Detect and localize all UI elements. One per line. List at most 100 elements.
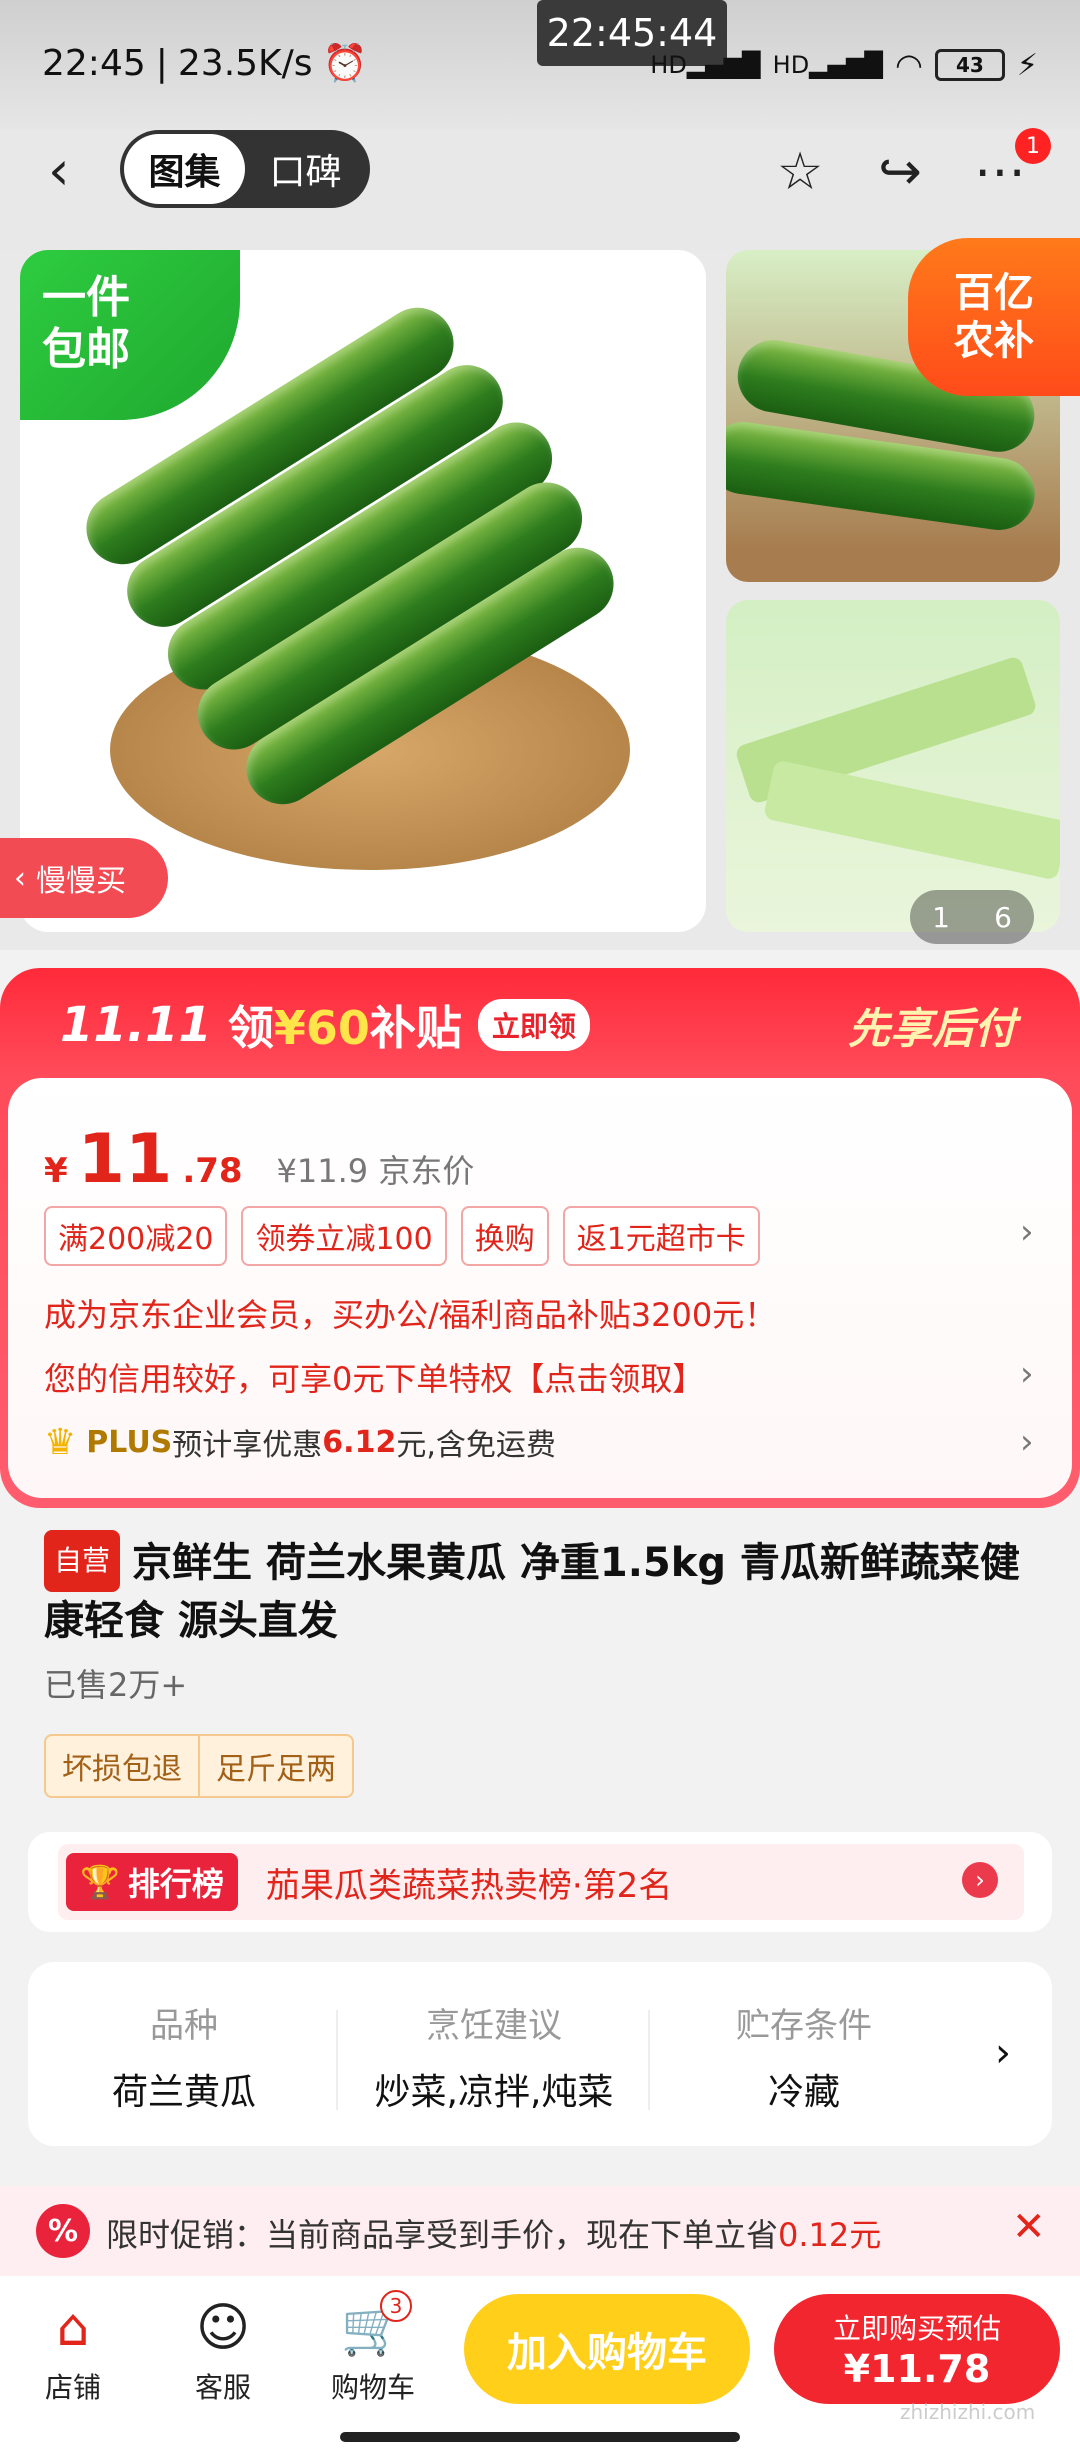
coupon-row[interactable]: 满200减20 领券立减100 换购 返1元超市卡 [44,1206,760,1266]
service-tag: 坏损包退 [62,1752,182,1787]
chevron-right-icon[interactable]: › [1020,1354,1034,1394]
promo-header: 11.11 领¥60补贴 立即领 [60,985,590,1065]
tab-gallery[interactable]: 图集 [124,134,245,204]
double-eleven-logo: 11.11 [60,997,212,1053]
subsidy-tag: 百亿 农补 [908,238,1080,396]
subsidy-line2: 农补 [954,318,1034,364]
image-counter: 1 6 [910,890,1034,944]
price-integer: 11 [77,1120,173,1199]
rank-badge: 🏆 排行榜 [66,1853,238,1911]
jd-reference-price: ¥11.9 京东价 [276,1152,475,1190]
close-icon[interactable]: ✕ [1012,2204,1046,2250]
status-left: 22:45 | 23.5K/s ⏰ [42,42,368,85]
wifi-icon: ◠ [895,46,923,84]
alarm-icon: ⏰ [322,43,368,84]
buy-now-label: 立即购买预估 [832,2312,1001,2345]
plus-suffix: 元,含免运费 [396,1428,556,1463]
spec-variety: 品种 荷兰黄瓜 [34,1998,334,2115]
promo-amount: ¥60 [273,1001,370,1055]
trophy-icon: 🏆 [80,1863,120,1901]
chat-icon: ☺ [195,2298,251,2358]
signal-icon-2: HD▂▄▆█ [772,51,883,79]
network-speed: 23.5K/s [177,42,313,84]
store-button[interactable]: ⌂ 店铺 [18,2298,128,2406]
plus-text: 预计享优惠 [172,1428,323,1463]
view-tabs: 图集 口碑 [120,130,370,208]
buy-now-button[interactable]: 立即购买预估 ¥11.78 [774,2294,1060,2404]
chevron-right-icon[interactable]: › [1020,1212,1034,1252]
chevron-right-icon[interactable]: › [995,2030,1011,2076]
spec-label: 贮存条件 [736,2006,872,2046]
battery-icon: 43 [934,49,1005,81]
rank-text: 茄果瓜类蔬菜热卖榜·第2名 [265,1865,673,1906]
chevron-right-icon[interactable]: › [962,1862,998,1898]
status-time: 22:45 [42,42,146,84]
product-title: 自营 京鲜生 荷兰水果黄瓜 净重1.5kg 青瓜新鲜蔬菜健康轻食 源头直发 [44,1530,1044,1650]
chevron-right-icon[interactable]: › [1020,1422,1034,1462]
spec-cooking: 烹饪建议 炒菜,凉拌,炖菜 [344,1998,644,2115]
plus-row[interactable]: ♛ PLUS 预计享优惠 6.12 元,含免运费 [44,1420,556,1464]
plus-word: PLUS [86,1424,173,1460]
image-counter-current: 1 [932,900,950,934]
spec-label: 烹饪建议 [426,2006,562,2046]
slow-buy-button[interactable]: ‹ 慢慢买 [0,838,168,918]
price-decimal: .78 [182,1151,243,1191]
limited-promo-message: 限时促销：当前商品享受到手价，现在下单立省 [106,2216,779,2254]
promo-title-suffix: 补贴 [369,1001,462,1055]
buy-now-price: ¥11.78 [843,2347,991,2391]
promo-title-prefix: 领 [227,1001,274,1055]
service-tags[interactable]: 坏损包退 足斤足两 [44,1734,354,1798]
coupon-tag[interactable]: 领券立减100 [241,1206,447,1266]
cart-count-badge: 3 [380,2290,412,2322]
thumbnail-2[interactable] [726,600,1060,932]
add-to-cart-button[interactable]: 加入购物车 [464,2294,750,2404]
spec-value: 荷兰黄瓜 [111,2072,256,2113]
customer-service-button[interactable]: ☺ 客服 [168,2298,278,2406]
tab-reviews[interactable]: 口碑 [245,134,366,204]
spec-storage: 贮存条件 冷藏 [654,1998,954,2115]
watermark: zhizhizhi.com [900,2400,1036,2424]
coupon-tag[interactable]: 换购 [460,1206,549,1266]
spec-value: 炒菜,凉拌,炖菜 [374,2072,614,2113]
self-operated-badge: 自营 [44,1530,121,1592]
cart-button[interactable]: 🛒 购物车 [318,2298,428,2406]
coupon-tag[interactable]: 满200减20 [44,1206,228,1266]
price-row: ¥ 11 .78 ¥11.9 京东价 [44,1120,474,1199]
home-indicator[interactable] [340,2432,740,2442]
back-icon[interactable]: ‹ [48,139,98,202]
image-counter-total: 6 [994,900,1012,934]
service-tag: 足斤足两 [198,1736,352,1796]
status-right: HD▂▄▆█ HD▂▄▆█ ◠ 43 ⚡ [650,46,1038,84]
product-title-text: 京鲜生 荷兰水果黄瓜 净重1.5kg 青瓜新鲜蔬菜健康轻食 源头直发 [44,1540,1020,1644]
percent-icon: % [36,2204,90,2258]
signal-icon: HD▂▄▆█ [650,51,761,79]
cucumber-slice-shape [763,759,1060,881]
share-icon[interactable]: ↪ [868,140,932,204]
chevron-left-icon: ‹ [14,860,26,896]
battery-level: 43 [956,53,984,77]
plus-amount: 6.12 [322,1424,397,1460]
free-shipping-line1: 一件 [42,272,130,323]
signal-label: HD [650,51,687,79]
spec-value: 冷藏 [767,2072,840,2113]
store-label: 店铺 [44,2371,101,2404]
coupon-tag[interactable]: 返1元超市卡 [562,1206,760,1266]
rank-badge-label: 排行榜 [127,1865,224,1903]
slow-buy-label: 慢慢买 [36,864,126,899]
pay-later-label[interactable]: 先享后付 [848,995,1016,1056]
store-icon: ⌂ [56,2298,90,2358]
credit-line[interactable]: 您的信用较好，可享0元下单特权【点击领取】 [44,1354,704,1400]
price-currency: ¥ [44,1151,68,1191]
spec-divider [336,2010,338,2110]
spec-divider [648,2010,650,2110]
limited-promo-amount: 0.12元 [778,2216,882,2254]
enterprise-member-line[interactable]: 成为京东企业会员，买办公/福利商品补贴3200元！ [44,1290,776,1336]
sold-count: 已售2万+ [44,1666,188,1704]
crown-icon: ♛ [44,1421,77,1463]
claim-subsidy-button[interactable]: 立即领 [477,999,590,1051]
spec-label: 品种 [150,2006,218,2046]
favorite-star-icon[interactable]: ☆ [768,140,832,204]
customer-service-label: 客服 [194,2371,251,2404]
rank-row[interactable]: 🏆 排行榜 茄果瓜类蔬菜热卖榜·第2名 [58,1844,1024,1920]
free-shipping-line2: 包邮 [42,324,130,375]
